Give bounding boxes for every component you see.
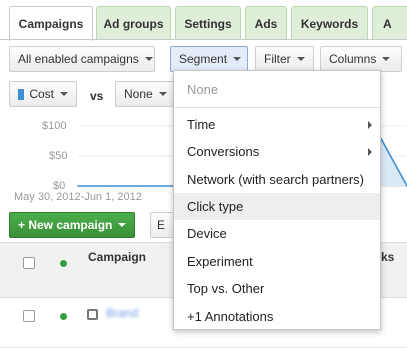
- menu-item-label: Network (with search partners): [187, 172, 364, 187]
- segment-button[interactable]: Segment: [170, 46, 248, 72]
- tab-label: Campaigns: [18, 17, 84, 31]
- menu-item-label: Experiment: [187, 254, 253, 269]
- chevron-down-icon: [296, 57, 305, 61]
- tabs-divider: [0, 39, 407, 40]
- chevron-down-icon: [158, 92, 167, 96]
- menu-item-device[interactable]: Device: [174, 220, 380, 247]
- filter-label: Filter: [264, 52, 291, 66]
- column-header-clicks[interactable]: ks: [381, 250, 394, 264]
- menu-item-time[interactable]: Time: [174, 111, 380, 138]
- date-range-label: May 30, 2012-Jun 1, 2012: [14, 191, 142, 203]
- tab-label: Ads: [254, 16, 278, 31]
- tab-campaigns[interactable]: Campaigns: [9, 6, 93, 41]
- row-checkbox[interactable]: [23, 310, 35, 322]
- chevron-down-icon: [144, 57, 153, 61]
- tab-bar: Campaigns Ad groups Settings Ads Keyword…: [0, 0, 407, 41]
- chevron-down-icon: [233, 57, 242, 61]
- cost-data-point: [143, 185, 145, 187]
- column-header-campaign[interactable]: Campaign: [88, 250, 146, 264]
- menu-item-label: Time: [187, 117, 216, 132]
- menu-item-click-type[interactable]: Click type: [174, 193, 380, 220]
- cost-data-point: [110, 185, 112, 187]
- tab-label: Ad groups: [103, 16, 164, 31]
- enabled-status-icon: [60, 313, 67, 320]
- menu-item-experiment[interactable]: Experiment: [174, 248, 380, 275]
- new-campaign-button[interactable]: + New campaign: [9, 212, 135, 238]
- tab-settings[interactable]: Settings: [175, 6, 241, 40]
- campaign-name-link[interactable]: Brand: [106, 306, 138, 320]
- tab-ads[interactable]: Ads: [245, 6, 287, 40]
- metric-select[interactable]: Cost: [9, 81, 77, 107]
- menu-item-label: Conversions: [187, 144, 260, 159]
- compare-metric-label: None: [124, 87, 153, 101]
- menu-item-label: None: [187, 82, 219, 97]
- cost-data-point: [77, 185, 79, 187]
- campaign-status-dropdown[interactable]: All enabled campaigns: [9, 46, 155, 72]
- compare-metric-select[interactable]: None: [115, 81, 175, 107]
- chevron-right-icon: [368, 121, 372, 129]
- menu-item-conversions[interactable]: Conversions: [174, 138, 380, 165]
- select-all-checkbox[interactable]: [23, 257, 35, 269]
- chevron-right-icon: [368, 148, 372, 156]
- tab-ad-groups[interactable]: Ad groups: [96, 6, 171, 40]
- edit-label: E: [157, 218, 166, 232]
- tab-label: A: [383, 16, 392, 31]
- filter-button[interactable]: Filter: [255, 46, 314, 72]
- menu-divider: [174, 107, 380, 108]
- chevron-down-icon: [60, 92, 68, 96]
- columns-label: Columns: [329, 52, 377, 66]
- menu-item-none[interactable]: None: [174, 76, 380, 103]
- chevron-down-icon: [118, 223, 127, 227]
- menu-item-label: Click type: [187, 199, 244, 214]
- menu-item-network[interactable]: Network (with search partners): [174, 166, 380, 193]
- vs-label: vs: [90, 89, 104, 103]
- menu-item-label: Device: [187, 226, 227, 241]
- tab-label: Keywords: [300, 16, 359, 31]
- segment-menu: None Time Conversions Network (with sear…: [173, 70, 381, 330]
- menu-item-top-vs-other[interactable]: Top vs. Other: [174, 275, 380, 302]
- status-dot-icon: [60, 260, 67, 267]
- new-campaign-label: + New campaign: [18, 218, 113, 232]
- tab-keywords[interactable]: Keywords: [291, 6, 368, 40]
- campaign-status-label: All enabled campaigns: [18, 52, 139, 66]
- menu-item-label: Top vs. Other: [187, 281, 265, 296]
- chevron-down-icon: [382, 57, 391, 61]
- tab-overflow[interactable]: A: [372, 6, 407, 40]
- metric-label: Cost: [29, 87, 54, 101]
- tab-label: Settings: [184, 16, 232, 31]
- search-campaign-icon: [87, 309, 98, 320]
- menu-item-plus-one-annotations[interactable]: +1 Annotations: [174, 303, 380, 330]
- segment-label: Segment: [179, 52, 228, 66]
- menu-item-label: +1 Annotations: [187, 309, 274, 324]
- metric-color-swatch: [18, 88, 25, 100]
- columns-button[interactable]: Columns: [320, 46, 402, 72]
